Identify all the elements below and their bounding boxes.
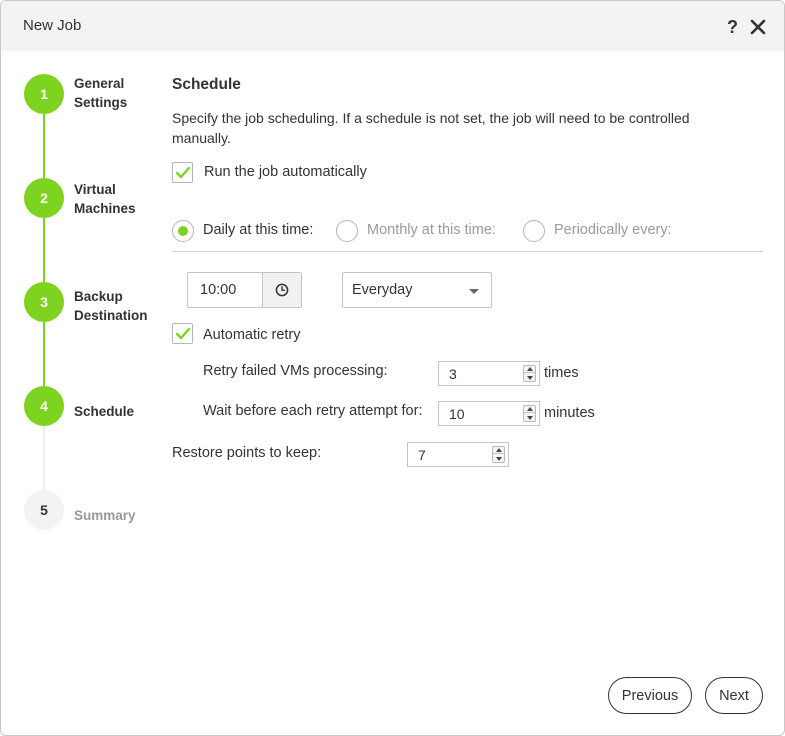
monthly-radio[interactable] xyxy=(336,220,358,242)
restore-points-value: 7 xyxy=(418,447,426,463)
time-input[interactable]: 10:00 xyxy=(187,272,302,308)
step-connector xyxy=(43,218,45,282)
increment-button[interactable] xyxy=(524,406,535,413)
run-automatically-checkbox[interactable] xyxy=(172,162,193,183)
previous-button[interactable]: Previous xyxy=(608,677,692,714)
step-connector xyxy=(43,114,45,178)
step-number: 5 xyxy=(24,490,64,530)
dialog-title: New Job xyxy=(23,17,82,34)
step-label: Schedule xyxy=(74,404,135,419)
time-value: 10:00 xyxy=(200,282,237,298)
step-label: Summary xyxy=(74,508,136,523)
section-description: Specify the job scheduling. If a schedul… xyxy=(172,110,690,146)
monthly-radio-label: Monthly at this time: xyxy=(367,222,496,238)
step-connector xyxy=(43,322,45,386)
decrement-button[interactable] xyxy=(524,374,535,381)
retry-wait-unit: minutes xyxy=(544,405,595,421)
retry-wait-label: Wait before each retry attempt for: xyxy=(203,403,423,419)
divider xyxy=(172,251,763,252)
retry-count-value: 3 xyxy=(449,366,457,382)
clock-icon xyxy=(275,283,289,297)
decrement-button[interactable] xyxy=(493,455,504,462)
automatic-retry-checkbox[interactable] xyxy=(172,323,193,344)
decrement-button[interactable] xyxy=(524,414,535,421)
daily-radio[interactable] xyxy=(172,220,194,242)
step-label: Virtual Machines xyxy=(74,182,136,216)
automatic-retry-label: Automatic retry xyxy=(203,327,301,343)
spin-buttons xyxy=(523,365,536,382)
frequency-select[interactable]: Everyday xyxy=(342,272,492,308)
run-automatically-label: Run the job automatically xyxy=(204,164,367,180)
retry-count-unit: times xyxy=(544,365,579,381)
increment-button[interactable] xyxy=(524,366,535,373)
retry-count-stepper[interactable]: 3 xyxy=(438,361,540,386)
close-icon[interactable] xyxy=(750,19,766,35)
next-button[interactable]: Next xyxy=(705,677,763,714)
step-connector xyxy=(43,426,45,490)
step-label: General Settings xyxy=(74,76,128,110)
radio-dot xyxy=(178,226,188,236)
step-label: Backup Destination xyxy=(74,289,148,323)
restore-points-label: Restore points to keep: xyxy=(172,445,322,461)
daily-radio-label: Daily at this time: xyxy=(203,222,314,238)
chevron-down-icon xyxy=(469,289,479,294)
spin-buttons xyxy=(492,446,505,463)
retry-wait-value: 10 xyxy=(449,406,465,422)
section-title: Schedule xyxy=(172,76,241,93)
step-number: 1 xyxy=(24,74,64,114)
checkmark-icon xyxy=(175,166,191,179)
increment-button[interactable] xyxy=(493,447,504,454)
step-number: 3 xyxy=(24,282,64,322)
restore-points-stepper[interactable]: 7 xyxy=(407,442,509,467)
frequency-value: Everyday xyxy=(352,282,413,298)
new-job-dialog: New Job ? 1 General Settings 2 Virtual M… xyxy=(0,0,785,736)
periodically-radio-label: Periodically every: xyxy=(554,222,672,238)
clock-button[interactable] xyxy=(262,273,301,307)
step-number: 4 xyxy=(24,386,64,426)
step-number: 2 xyxy=(24,178,64,218)
dialog-titlebar: New Job ? xyxy=(1,1,784,51)
checkmark-icon xyxy=(175,327,191,340)
help-icon[interactable]: ? xyxy=(727,16,738,38)
periodically-radio[interactable] xyxy=(523,220,545,242)
spin-buttons xyxy=(523,405,536,422)
retry-count-label: Retry failed VMs processing: xyxy=(203,363,388,379)
retry-wait-stepper[interactable]: 10 xyxy=(438,401,540,426)
